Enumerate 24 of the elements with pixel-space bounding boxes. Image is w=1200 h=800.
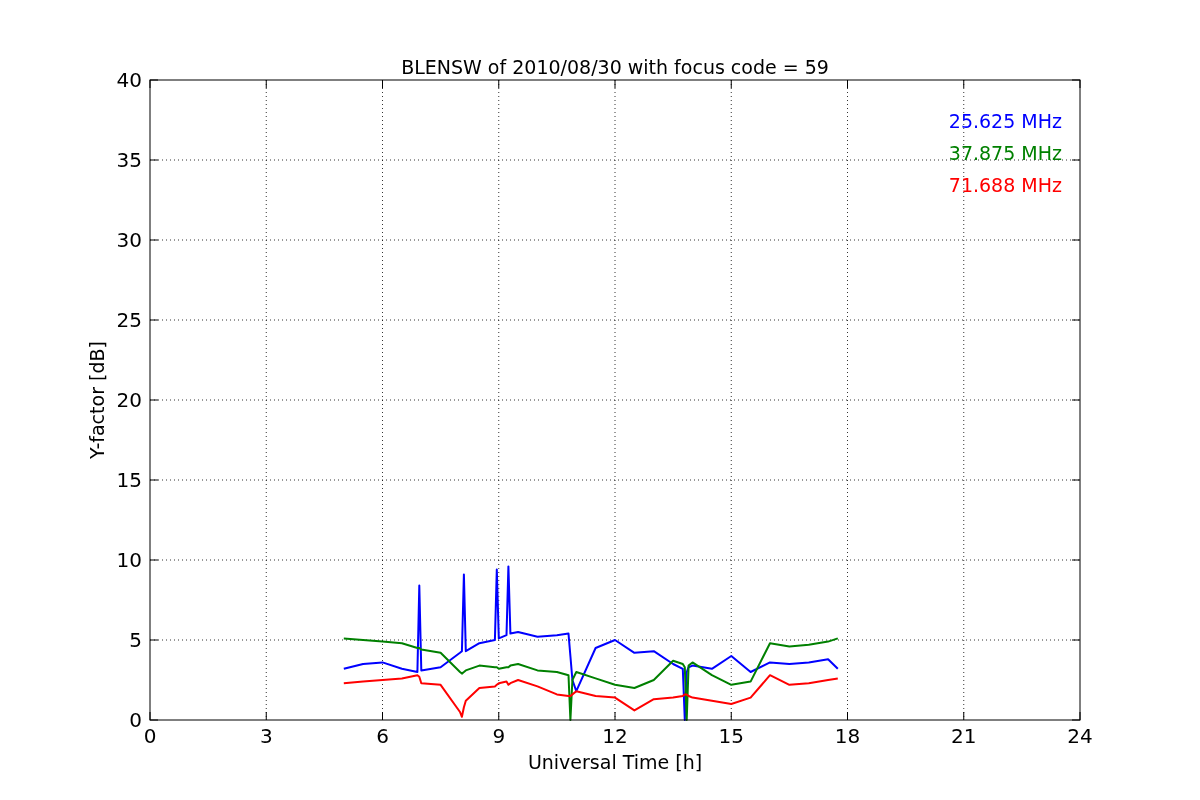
y-tick-label: 15 <box>116 468 142 492</box>
y-tick-label: 10 <box>116 548 142 572</box>
y-tick-label: 30 <box>116 228 142 252</box>
x-tick-label: 24 <box>1067 724 1093 748</box>
y-tick-label: 25 <box>116 308 142 332</box>
x-tick-label: 6 <box>376 724 389 748</box>
x-axis-label: Universal Time [h] <box>527 751 703 773</box>
y-tick-label: 35 <box>116 148 142 172</box>
x-tick-label: 18 <box>834 724 861 748</box>
legend-label: 25.625 MHz <box>948 110 1062 132</box>
x-tick-label: 9 <box>492 724 506 748</box>
x-tick-label: 21 <box>951 724 977 748</box>
y-tick-label: 5 <box>129 628 142 652</box>
y-tick-label: 20 <box>116 388 142 412</box>
y-tick-label: 0 <box>129 708 142 732</box>
x-tick-label: 15 <box>718 724 744 748</box>
x-tick-label: 12 <box>602 724 628 748</box>
y-tick-label: 40 <box>116 68 142 92</box>
x-tick-label: 0 <box>143 724 157 748</box>
legend-label: 37.875 MHz <box>948 142 1062 164</box>
legend-label: 71.688 MHz <box>948 174 1062 196</box>
chart-title: BLENSW of 2010/08/30 with focus code = 59 <box>401 56 829 78</box>
y-axis-label: Y-factor [dB] <box>86 341 108 459</box>
x-tick-label: 3 <box>259 724 273 748</box>
